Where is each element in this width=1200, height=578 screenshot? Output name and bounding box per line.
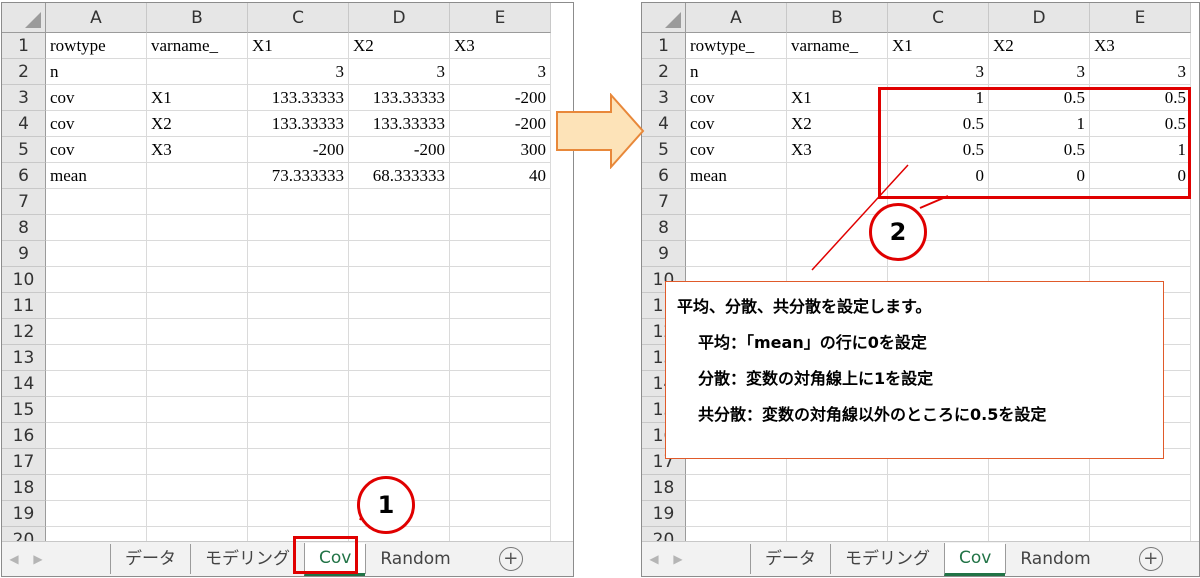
explanation-callout: 平均、分散、共分散を設定します。 平均：「mean」の行に0を設定 分散：変数の…: [665, 281, 1164, 459]
callout-line-mean: 平均：「mean」の行に0を設定: [698, 333, 927, 352]
step-1-badge: 1: [357, 476, 415, 534]
step-2-badge: 2: [869, 203, 927, 261]
callout-title: 平均、分散、共分散を設定します。: [677, 297, 932, 316]
callout-line-covariance: 共分散：変数の対角線以外のところに0.5を設定: [698, 405, 1047, 424]
callout-line-variance: 分散：変数の対角線上に1を設定: [698, 369, 934, 388]
